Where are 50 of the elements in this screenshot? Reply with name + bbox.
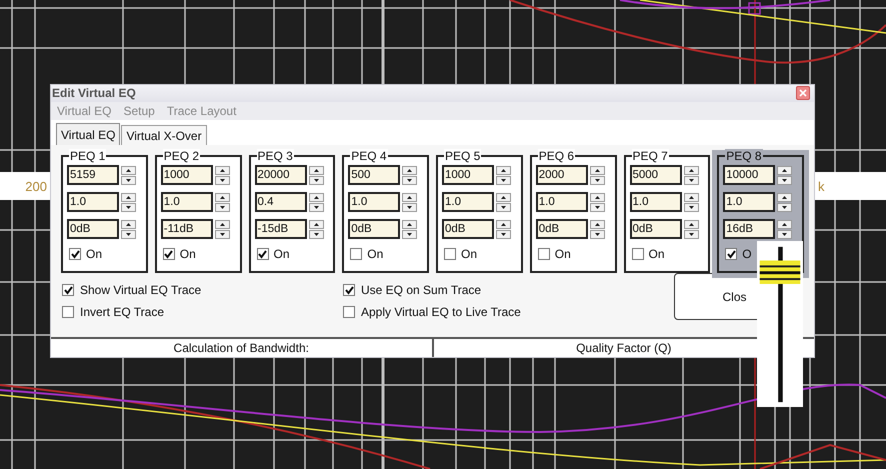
checkbox-label: Show Virtual EQ Trace [80,283,202,298]
status-text: Calculation of Bandwidth: [172,340,310,357]
input-field[interactable]: 5000 [630,165,682,186]
window-title: Edit Virtual EQ [52,86,136,100]
group-label: PEQ 4 [350,149,388,164]
axis-label: k [817,178,826,194]
tab[interactable]: Virtual EQ [56,123,120,146]
input-field[interactable]: 5159 [67,165,119,186]
input-field[interactable]: 10000 [723,165,776,186]
group-label: PEQ 5 [444,149,482,164]
group-label: PEQ 1 [69,149,106,164]
axis-label: 200 [24,178,48,194]
input-field[interactable]: 2000 [536,165,588,186]
group-label: PEQ 7 [632,149,669,164]
input-field[interactable]: 0dB [442,219,494,240]
checkbox-label: On [180,247,196,262]
input-field[interactable]: 1000 [442,165,494,186]
checkbox-label: Use EQ on Sum Trace [361,283,482,298]
group-label: PEQ 2 [162,149,200,164]
input-field[interactable]: 0dB [630,219,682,240]
checkbox-label: On [367,247,384,262]
group-label: PEQ 8 [725,149,763,164]
checkbox-label: On [274,247,290,262]
checkbox-label: Apply Virtual EQ to Live Trace [361,305,521,320]
input-field[interactable]: 0dB [348,219,400,240]
input-field[interactable]: 1.0 [536,192,588,212]
input-field[interactable]: 1.0 [160,192,213,212]
group-label: PEQ 6 [538,149,576,164]
input-field[interactable]: 0dB [536,219,588,240]
input-field[interactable]: 0.4 [254,192,306,212]
checkbox-label: On [86,247,102,262]
tab[interactable]: Virtual X-Over [121,125,207,146]
checkbox-label: On [648,247,665,262]
checkbox-label: On [461,247,478,262]
input-field[interactable]: 1000 [160,165,213,186]
input-field[interactable]: -11dB [160,219,213,240]
input-field[interactable]: 16dB [723,219,776,240]
input-field[interactable]: 500 [348,165,400,186]
input-field[interactable]: 1.0 [348,192,400,212]
checkbox-label: Invert EQ Trace [80,305,164,320]
input-field[interactable]: 1.0 [442,192,494,212]
checkbox-label: O [742,247,752,262]
input-field[interactable]: 1.0 [630,192,682,212]
checkbox-label: On [554,247,571,262]
group-label: PEQ 3 [256,149,294,164]
input-field[interactable]: 1.0 [723,192,776,212]
input-field[interactable]: -15dB [254,219,306,240]
input-field[interactable]: 20000 [254,165,306,186]
input-field[interactable]: 0dB [67,219,119,240]
input-field[interactable]: 1.0 [67,192,119,212]
